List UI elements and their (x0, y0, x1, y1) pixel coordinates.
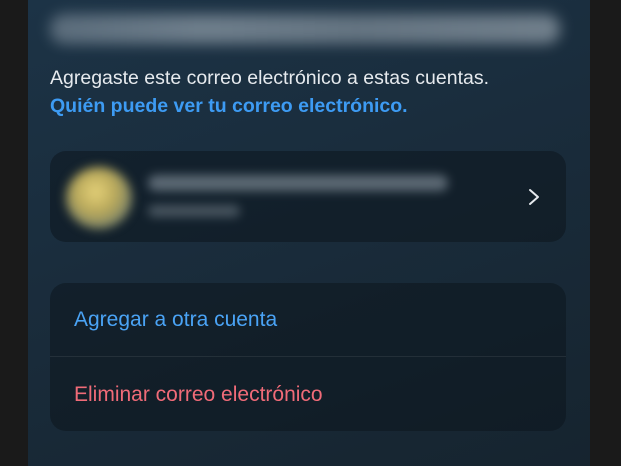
accounts-description: Agregaste este correo electrónico a esta… (50, 64, 580, 120)
account-name-redacted (148, 175, 448, 191)
email-address-redacted (50, 14, 560, 44)
linked-account-row[interactable] (50, 151, 566, 242)
accounts-description-text: Agregaste este correo electrónico a esta… (50, 67, 489, 89)
account-subtitle-redacted (148, 205, 240, 217)
who-can-see-email-link[interactable]: Quién puede ver tu correo electrónico. (50, 92, 580, 120)
email-actions-card: Agregar a otra cuenta Eliminar correo el… (50, 283, 566, 431)
chevron-right-icon (529, 189, 539, 205)
account-avatar-redacted (66, 167, 132, 229)
add-to-another-account-button[interactable]: Agregar a otra cuenta (50, 283, 566, 356)
divider (50, 356, 566, 357)
email-settings-screen: Agregaste este correo electrónico a esta… (28, 0, 590, 466)
remove-email-button[interactable]: Eliminar correo electrónico (50, 358, 566, 431)
